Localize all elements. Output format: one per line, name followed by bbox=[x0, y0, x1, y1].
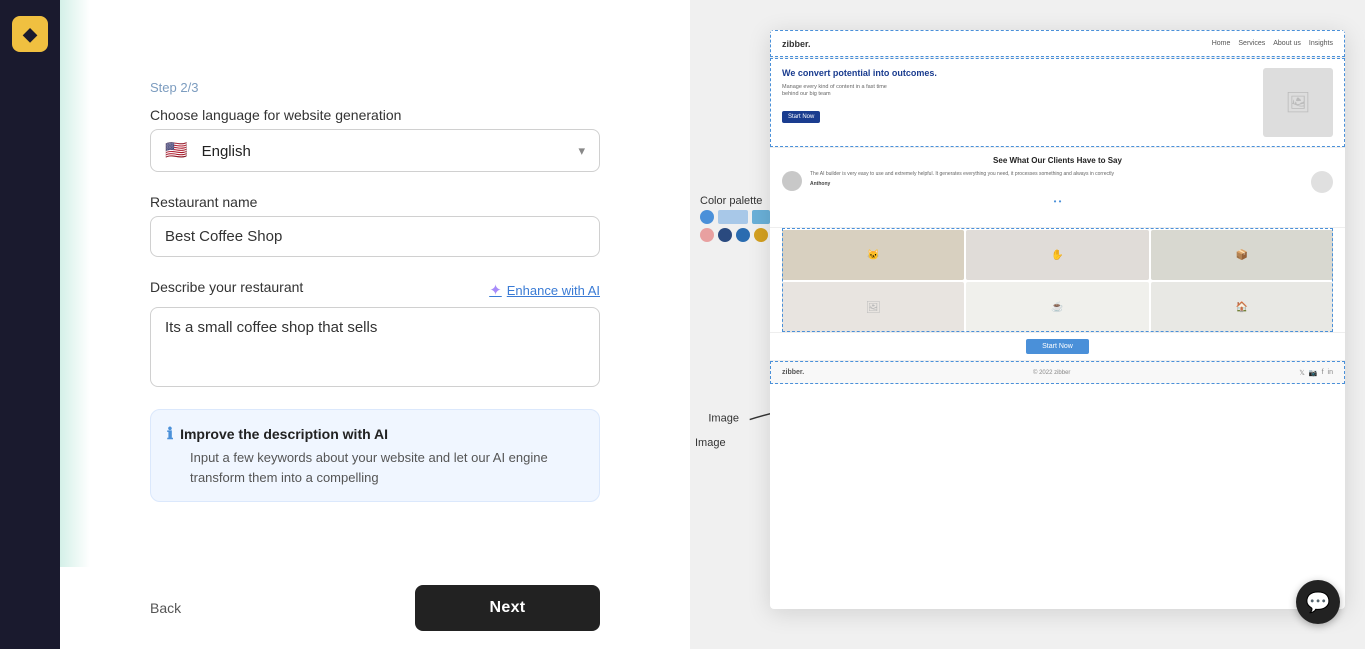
mock-test-title: See What Our Clients Have to Say bbox=[782, 156, 1333, 165]
swatch-blue-2 bbox=[736, 228, 750, 242]
mock-footer-icons: 𝕏 📷 f in bbox=[1299, 369, 1333, 377]
gallery-placeholder-3: 📦 bbox=[1236, 250, 1248, 261]
gallery-placeholder-1: 🐱 bbox=[867, 250, 879, 261]
mock-nav-links: Home Services About us Insights bbox=[1212, 40, 1333, 47]
gallery-item-2: ✋ bbox=[966, 230, 1148, 280]
gallery-item-1: 🐱 bbox=[782, 230, 964, 280]
svg-text:Image: Image bbox=[708, 412, 739, 424]
next-button[interactable]: Next bbox=[415, 585, 600, 631]
mock-nav-link-services: Services bbox=[1238, 40, 1265, 47]
mock-gallery: 🐱 ✋ 📦 🖼 ☕ 🏠 bbox=[770, 228, 1345, 332]
mock-cta-btn: Start Now bbox=[1026, 339, 1089, 354]
mock-hero-title: We convert potential into outcomes. bbox=[782, 68, 1255, 80]
describe-textarea[interactable]: Its a small coffee shop that sells bbox=[150, 307, 600, 387]
mock-hero: We convert potential into outcomes. Mana… bbox=[770, 58, 1345, 148]
mock-cta: Start Now bbox=[770, 332, 1345, 360]
mock-nav-link-insights: Insights bbox=[1309, 40, 1333, 47]
chat-button[interactable]: 💬 bbox=[1296, 580, 1340, 624]
swatch-navy bbox=[718, 228, 732, 242]
sidebar: ◆ bbox=[0, 0, 60, 649]
linkedin-icon: in bbox=[1328, 369, 1333, 377]
ai-sparkle-icon: ✦ bbox=[489, 281, 502, 299]
describe-label: Describe your restaurant bbox=[150, 279, 303, 295]
mock-nav-link-home: Home bbox=[1212, 40, 1231, 47]
language-label: Choose language for website generation bbox=[150, 107, 600, 123]
chevron-down-icon: ▾ bbox=[578, 143, 585, 159]
left-panel: Step 2/3 Choose language for website gen… bbox=[60, 0, 690, 649]
bottom-bar: Back Next bbox=[60, 567, 690, 649]
gallery-placeholder-5: ☕ bbox=[1051, 302, 1063, 313]
mock-testimonials: See What Our Clients Have to Say The AI … bbox=[770, 148, 1345, 228]
enhance-ai-label: Enhance with AI bbox=[507, 283, 600, 298]
back-button[interactable]: Back bbox=[150, 600, 181, 616]
mock-nav: zibber. Home Services About us Insights bbox=[770, 30, 1345, 58]
right-panel: Header Image Footer Header Color palette bbox=[690, 0, 1365, 649]
chat-icon: 💬 bbox=[1306, 590, 1331, 615]
restaurant-name-input[interactable] bbox=[150, 216, 600, 257]
mock-nav-link-about: About us bbox=[1273, 40, 1301, 47]
right-inner: Header Image Footer Header Color palette bbox=[690, 0, 1365, 649]
mock-hero-btn: Start Now bbox=[782, 111, 820, 123]
sidebar-logo[interactable]: ◆ bbox=[12, 16, 48, 52]
ai-info-title: ℹ Improve the description with AI bbox=[167, 424, 583, 444]
restaurant-name-label: Restaurant name bbox=[150, 194, 600, 210]
flag-icon: 🇺🇸 bbox=[165, 140, 187, 160]
facebook-icon: f bbox=[1322, 369, 1324, 377]
color-palette-label: Color palette bbox=[700, 195, 762, 207]
swatch-blue-light bbox=[700, 210, 714, 224]
mock-test-row: The AI builder is very easy to use and e… bbox=[782, 171, 1333, 193]
restaurant-name-section: Restaurant name bbox=[150, 194, 600, 257]
mock-footer: zibber. © 2022 zibber 𝕏 📷 f in bbox=[770, 360, 1345, 384]
swatch-gold bbox=[754, 228, 768, 242]
swatch-red bbox=[700, 228, 714, 242]
swatch-blue-lighter bbox=[718, 210, 748, 224]
mock-avatar-1 bbox=[782, 171, 802, 191]
twitter-icon: 𝕏 bbox=[1299, 369, 1305, 377]
gallery-item-4: 🖼 bbox=[782, 282, 964, 332]
mock-avatar-2 bbox=[1311, 171, 1333, 193]
language-value: English bbox=[202, 143, 251, 160]
swatch-blue-mid bbox=[752, 210, 770, 224]
language-section: Choose language for website generation 🇺… bbox=[150, 107, 600, 172]
mock-footer-logo: zibber. bbox=[782, 369, 804, 376]
ai-info-text: Input a few keywords about your website … bbox=[190, 448, 583, 487]
mock-hero-image: 🖼 bbox=[1263, 68, 1333, 137]
mock-test-text: The AI builder is very easy to use and e… bbox=[810, 171, 1303, 178]
gallery-item-6: 🏠 bbox=[1151, 282, 1333, 332]
mock-hero-sub: Manage every kind of content in a fast t… bbox=[782, 84, 1255, 99]
enhance-ai-button[interactable]: ✦ Enhance with AI bbox=[489, 281, 600, 299]
gallery-placeholder-6: 🏠 bbox=[1236, 302, 1248, 313]
info-icon: ℹ bbox=[167, 424, 173, 444]
gallery-item-5: ☕ bbox=[966, 282, 1148, 332]
mock-footer-copy: © 2022 zibber bbox=[1033, 370, 1070, 376]
ai-info-box: ℹ Improve the description with AI Input … bbox=[150, 409, 600, 502]
mock-test-content: The AI builder is very easy to use and e… bbox=[810, 171, 1303, 187]
describe-section: Describe your restaurant ✦ Enhance with … bbox=[150, 279, 600, 387]
gallery-item-3: 📦 bbox=[1151, 230, 1333, 280]
mock-test-name: Anthony bbox=[810, 181, 1303, 187]
image-annotation: Image bbox=[695, 437, 726, 449]
image-placeholder-icon-2: 🖼 bbox=[866, 300, 881, 314]
describe-header: Describe your restaurant ✦ Enhance with … bbox=[150, 279, 600, 301]
mock-test-dots: • • bbox=[782, 197, 1333, 206]
mock-nav-logo: zibber. bbox=[782, 39, 811, 49]
step-label: Step 2/3 bbox=[150, 80, 600, 95]
website-card: zibber. Home Services About us Insights … bbox=[770, 30, 1345, 609]
instagram-icon: 📷 bbox=[1309, 369, 1318, 377]
ai-info-title-text: Improve the description with AI bbox=[180, 426, 388, 442]
language-select[interactable]: 🇺🇸 English ▾ bbox=[150, 129, 600, 172]
gallery-placeholder-2: ✋ bbox=[1051, 250, 1063, 261]
left-content: Step 2/3 Choose language for website gen… bbox=[60, 0, 690, 649]
logo-icon: ◆ bbox=[23, 24, 37, 45]
mock-hero-text: We convert potential into outcomes. Mana… bbox=[782, 68, 1255, 137]
image-placeholder-icon: 🖼 bbox=[1285, 90, 1310, 115]
